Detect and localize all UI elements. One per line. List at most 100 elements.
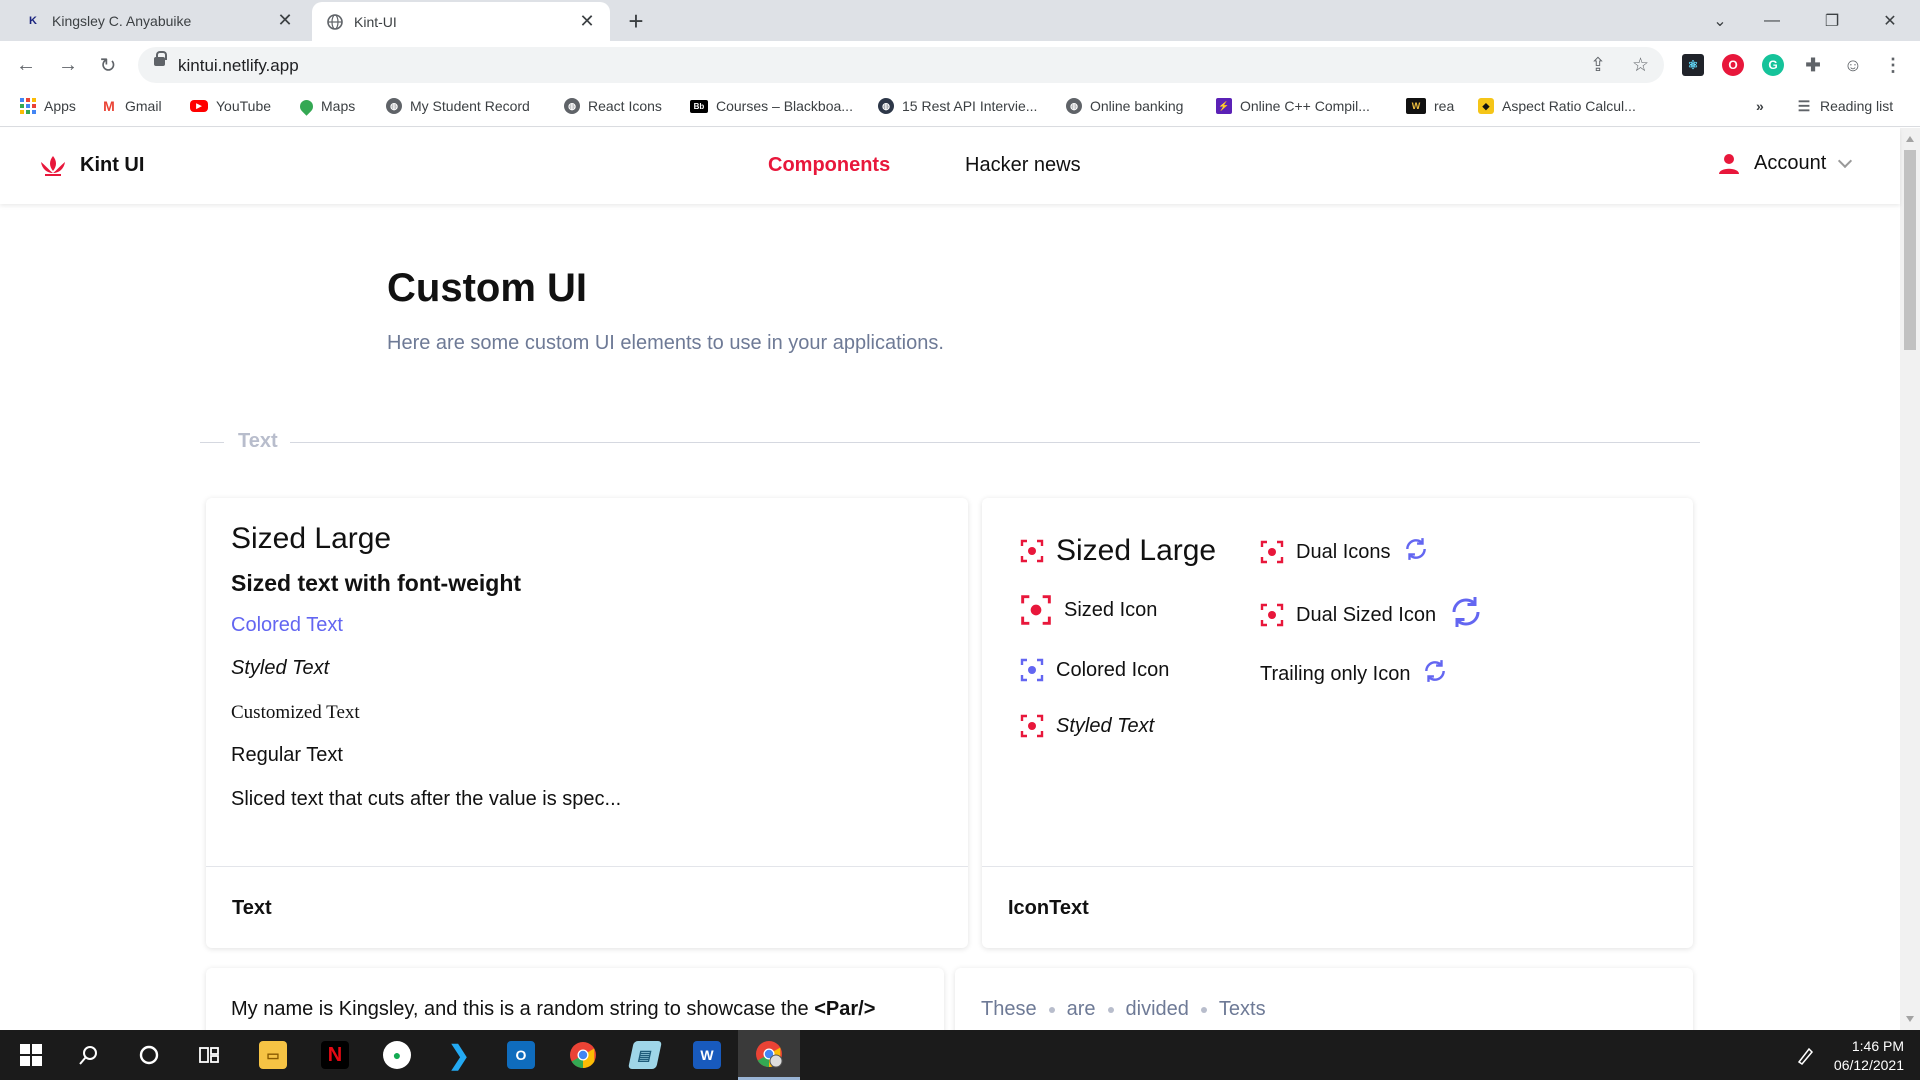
taskbar-chrome-active[interactable]	[738, 1030, 800, 1080]
scroll-up-arrow-icon[interactable]	[1906, 136, 1914, 142]
icontext-colored-icon: Colored Icon	[1020, 658, 1169, 682]
taskbar-file-explorer[interactable]: ▭	[242, 1030, 304, 1080]
grammarly-icon[interactable]: G	[1762, 54, 1784, 76]
bookmark-my-student-record[interactable]: ◍ My Student Record	[386, 98, 530, 114]
colored-text: Colored Text	[231, 614, 343, 636]
nav-components[interactable]: Components	[768, 154, 890, 177]
globe-icon: ◍	[386, 98, 402, 114]
icontext-label: Colored Icon	[1056, 658, 1170, 681]
cortana-button[interactable]	[118, 1030, 180, 1080]
taskbar-outlook[interactable]: O	[490, 1030, 552, 1080]
pen-workspace-button[interactable]	[1775, 1030, 1837, 1080]
forward-icon[interactable]: →	[54, 51, 82, 79]
customized-text: Customized Text	[231, 702, 360, 723]
card-footer-label: Text	[232, 897, 272, 919]
close-tab-icon[interactable]: ✕	[578, 11, 596, 32]
taskbar-mongodb[interactable]: ●	[366, 1030, 428, 1080]
divided-word: are	[1066, 998, 1096, 1020]
w-icon: W	[1406, 98, 1426, 114]
bookmark-aspect-ratio[interactable]: ◆ Aspect Ratio Calcul...	[1478, 98, 1636, 114]
bookmark-apps[interactable]: Apps	[20, 98, 76, 114]
icontext-label: Sized Large	[1056, 534, 1217, 567]
user-icon	[1719, 153, 1739, 174]
gmail-icon: M	[103, 98, 115, 114]
page-scrollbar[interactable]	[1900, 128, 1920, 1030]
react-devtools-icon[interactable]: ⚛	[1682, 54, 1704, 76]
section-label: Text	[238, 430, 278, 452]
minimize-button[interactable]: —	[1742, 0, 1802, 41]
bookmark-star-icon[interactable]: ☆	[1632, 54, 1649, 77]
card-footer: Text	[206, 866, 968, 948]
focus-icon	[1020, 714, 1044, 738]
browser-tab[interactable]: K Kingsley C. Anyabuike ✕	[10, 0, 308, 41]
card-footer: IconText	[982, 866, 1693, 948]
new-tab-button[interactable]: +	[622, 6, 650, 37]
reload-icon[interactable]: ↻	[94, 51, 122, 79]
opera-icon[interactable]: O	[1722, 54, 1744, 76]
bookmarks-overflow-button[interactable]: »	[1756, 98, 1764, 114]
bookmark-label: Gmail	[125, 98, 162, 114]
par-body: My name is Kingsley, and this is a rando…	[231, 998, 815, 1020]
notepad-icon: ▤	[628, 1041, 662, 1069]
taskbar-vscode[interactable]: ❯	[428, 1030, 490, 1080]
word-icon: W	[693, 1041, 721, 1069]
url-text: kintui.netlify.app	[178, 56, 299, 75]
taskbar-netflix[interactable]: N	[304, 1030, 366, 1080]
netflix-icon: N	[321, 1041, 349, 1069]
bookmark-gmail[interactable]: M Gmail	[101, 98, 162, 114]
bookmark-label: Maps	[321, 98, 356, 114]
share-icon[interactable]: ⇪	[1590, 54, 1606, 77]
taskbar-notepad[interactable]: ▤	[614, 1030, 676, 1080]
reading-list-button[interactable]: ☰ Reading list	[1796, 98, 1894, 115]
bookmark-rea[interactable]: W rea	[1406, 98, 1454, 114]
globe-icon	[326, 13, 344, 31]
bookmark-label: My Student Record	[410, 98, 530, 114]
start-button[interactable]	[0, 1030, 62, 1080]
account-menu[interactable]: Account	[1718, 152, 1853, 175]
close-window-button[interactable]: ✕	[1860, 0, 1920, 41]
profile-icon[interactable]: ☺	[1842, 54, 1864, 76]
kingsley-site-favicon-icon: K	[29, 14, 37, 27]
maximize-button[interactable]: ❐	[1802, 0, 1862, 41]
scrollbar-thumb[interactable]	[1904, 150, 1916, 350]
icontext-dual-icons: Dual Icons	[1260, 536, 1429, 568]
globe-icon: ◍	[1066, 98, 1082, 114]
close-tab-icon[interactable]: ✕	[276, 10, 294, 31]
vscode-icon: ❯	[448, 1039, 470, 1070]
windows-logo-icon	[20, 1044, 42, 1066]
browser-tab-active[interactable]: Kint-UI ✕	[312, 2, 610, 41]
icontext-sized-large: Sized Large	[1020, 534, 1216, 568]
bookmark-rest-api[interactable]: ◍ 15 Rest API Intervie...	[878, 98, 1037, 114]
bookmark-maps[interactable]: Maps	[297, 96, 356, 116]
nav-hacker-news[interactable]: Hacker news	[965, 154, 1081, 177]
mongodb-leaf-icon: ●	[383, 1041, 411, 1069]
bookmark-online-banking[interactable]: ◍ Online banking	[1066, 98, 1183, 114]
taskbar-word[interactable]: W	[676, 1030, 738, 1080]
par-tag: <Par/>	[814, 998, 876, 1020]
reading-list-label: Reading list	[1820, 98, 1894, 114]
scroll-down-arrow-icon[interactable]	[1906, 1016, 1914, 1022]
task-view-icon	[199, 1047, 219, 1063]
divider-dot	[1200, 1006, 1207, 1013]
divided-text: These are divided Texts	[981, 998, 1266, 1021]
address-bar[interactable]: kintui.netlify.app ⇪ ☆	[138, 47, 1664, 83]
menu-kebab-icon[interactable]: ⋮	[1882, 54, 1904, 76]
page-title: Custom UI	[387, 266, 587, 310]
tab-title: Kingsley C. Anyabuike	[52, 12, 192, 29]
extensions-puzzle-icon[interactable]: ✚	[1802, 54, 1824, 76]
browser-tab-strip: K Kingsley C. Anyabuike ✕ Kint-UI ✕ + ⌄ …	[0, 0, 1920, 41]
system-clock[interactable]: 1:46 PM 06/12/2021	[1834, 1037, 1904, 1075]
divided-text-card: These are divided Texts	[955, 968, 1693, 1030]
icontext-label: Trailing only Icon	[1260, 662, 1411, 685]
search-button[interactable]	[58, 1030, 120, 1080]
tab-search-icon[interactable]: ⌄	[1690, 0, 1750, 41]
icontext-label: Dual Sized Icon	[1296, 603, 1437, 626]
bookmark-youtube[interactable]: ▶ YouTube	[190, 98, 271, 114]
bookmark-react-icons[interactable]: ◍ React Icons	[564, 98, 662, 114]
bookmark-online-cpp[interactable]: ⚡ Online C++ Compil...	[1216, 98, 1370, 114]
brand-link[interactable]: Kint UI	[38, 152, 144, 178]
task-view-button[interactable]	[178, 1030, 240, 1080]
taskbar-chrome[interactable]	[552, 1030, 614, 1080]
bookmark-courses-blackboard[interactable]: Bb Courses – Blackboa...	[690, 98, 853, 114]
back-icon[interactable]: ←	[12, 51, 40, 79]
